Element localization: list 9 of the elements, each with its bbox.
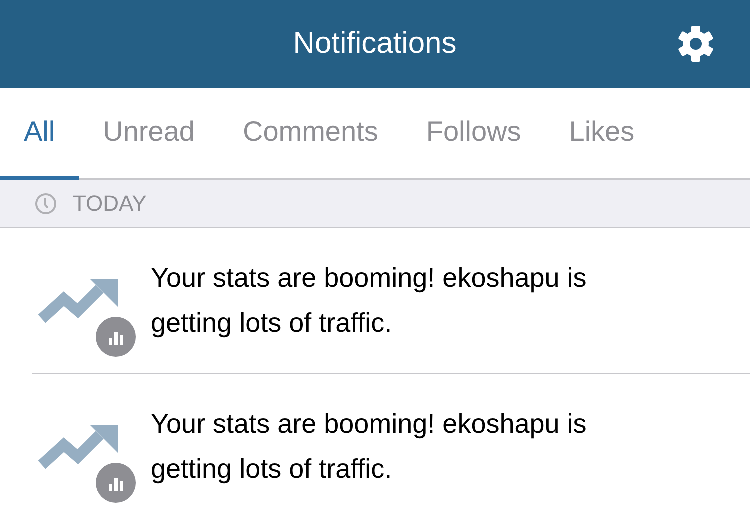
- notification-text: Your stats are booming! ekoshapu is getting lots of traffic.: [151, 262, 588, 340]
- notification-text: Your stats are booming! ekoshapu is getting lots of traffic.: [151, 408, 588, 486]
- header-title: Notifications: [293, 27, 457, 61]
- section-label: TODAY: [73, 190, 147, 216]
- clock-icon: [35, 192, 57, 214]
- tab[interactable]: Likes: [545, 88, 659, 180]
- tab[interactable]: Comments: [218, 88, 402, 180]
- tab[interactable]: Follows: [402, 88, 546, 180]
- tab[interactable]: Unread: [79, 88, 219, 180]
